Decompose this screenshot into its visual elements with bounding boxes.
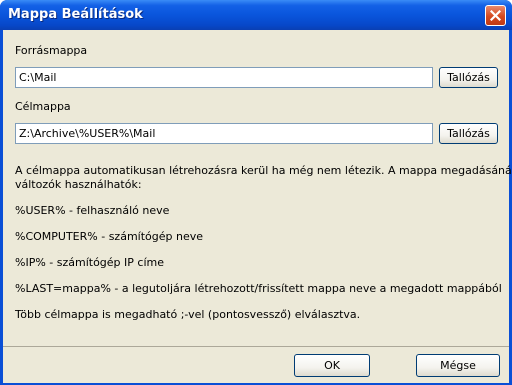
close-button[interactable]: [485, 5, 506, 26]
ok-label: OK: [324, 359, 340, 372]
help-intro-line2: változók használhatók:: [15, 178, 142, 191]
dialog-footer: OK Mégse: [3, 346, 509, 383]
target-browse-label: Tallózás: [447, 127, 490, 140]
dialog-body: Forrásmappa C:\Mail Tallózás Célmappa Z:…: [3, 30, 512, 382]
cancel-label: Mégse: [440, 359, 476, 372]
cancel-button[interactable]: Mégse: [416, 354, 500, 377]
help-intro-line1: A célmappa automatikusan létrehozásra ke…: [15, 164, 512, 177]
target-folder-input[interactable]: Z:\Archive\%USER%\Mail: [15, 123, 433, 144]
target-browse-button[interactable]: Tallózás: [439, 123, 498, 144]
variable-computer: %COMPUTER% - számítógép neve: [15, 230, 203, 243]
close-icon: [490, 10, 501, 21]
window-title: Mappa Beállítások: [8, 7, 143, 22]
variable-last: %LAST=mappa% - a legutoljára létrehozott…: [15, 282, 502, 295]
source-folder-label: Forrásmappa: [15, 44, 88, 57]
ok-button[interactable]: OK: [294, 354, 370, 377]
variable-ip: %IP% - számítógép IP címe: [15, 256, 164, 269]
source-browse-label: Tallózás: [447, 71, 490, 84]
title-bar[interactable]: Mappa Beállítások: [0, 0, 512, 30]
multiple-targets-note: Több célmappa is megadható ;-vel (pontos…: [15, 308, 361, 321]
variable-user: %USER% - felhasználó neve: [15, 204, 170, 217]
source-folder-input[interactable]: C:\Mail: [15, 67, 433, 88]
dialog-window: Mappa Beállítások Forrásmappa C:\Mail Ta…: [0, 0, 512, 385]
source-browse-button[interactable]: Tallózás: [439, 67, 498, 88]
target-folder-label: Célmappa: [15, 100, 71, 113]
